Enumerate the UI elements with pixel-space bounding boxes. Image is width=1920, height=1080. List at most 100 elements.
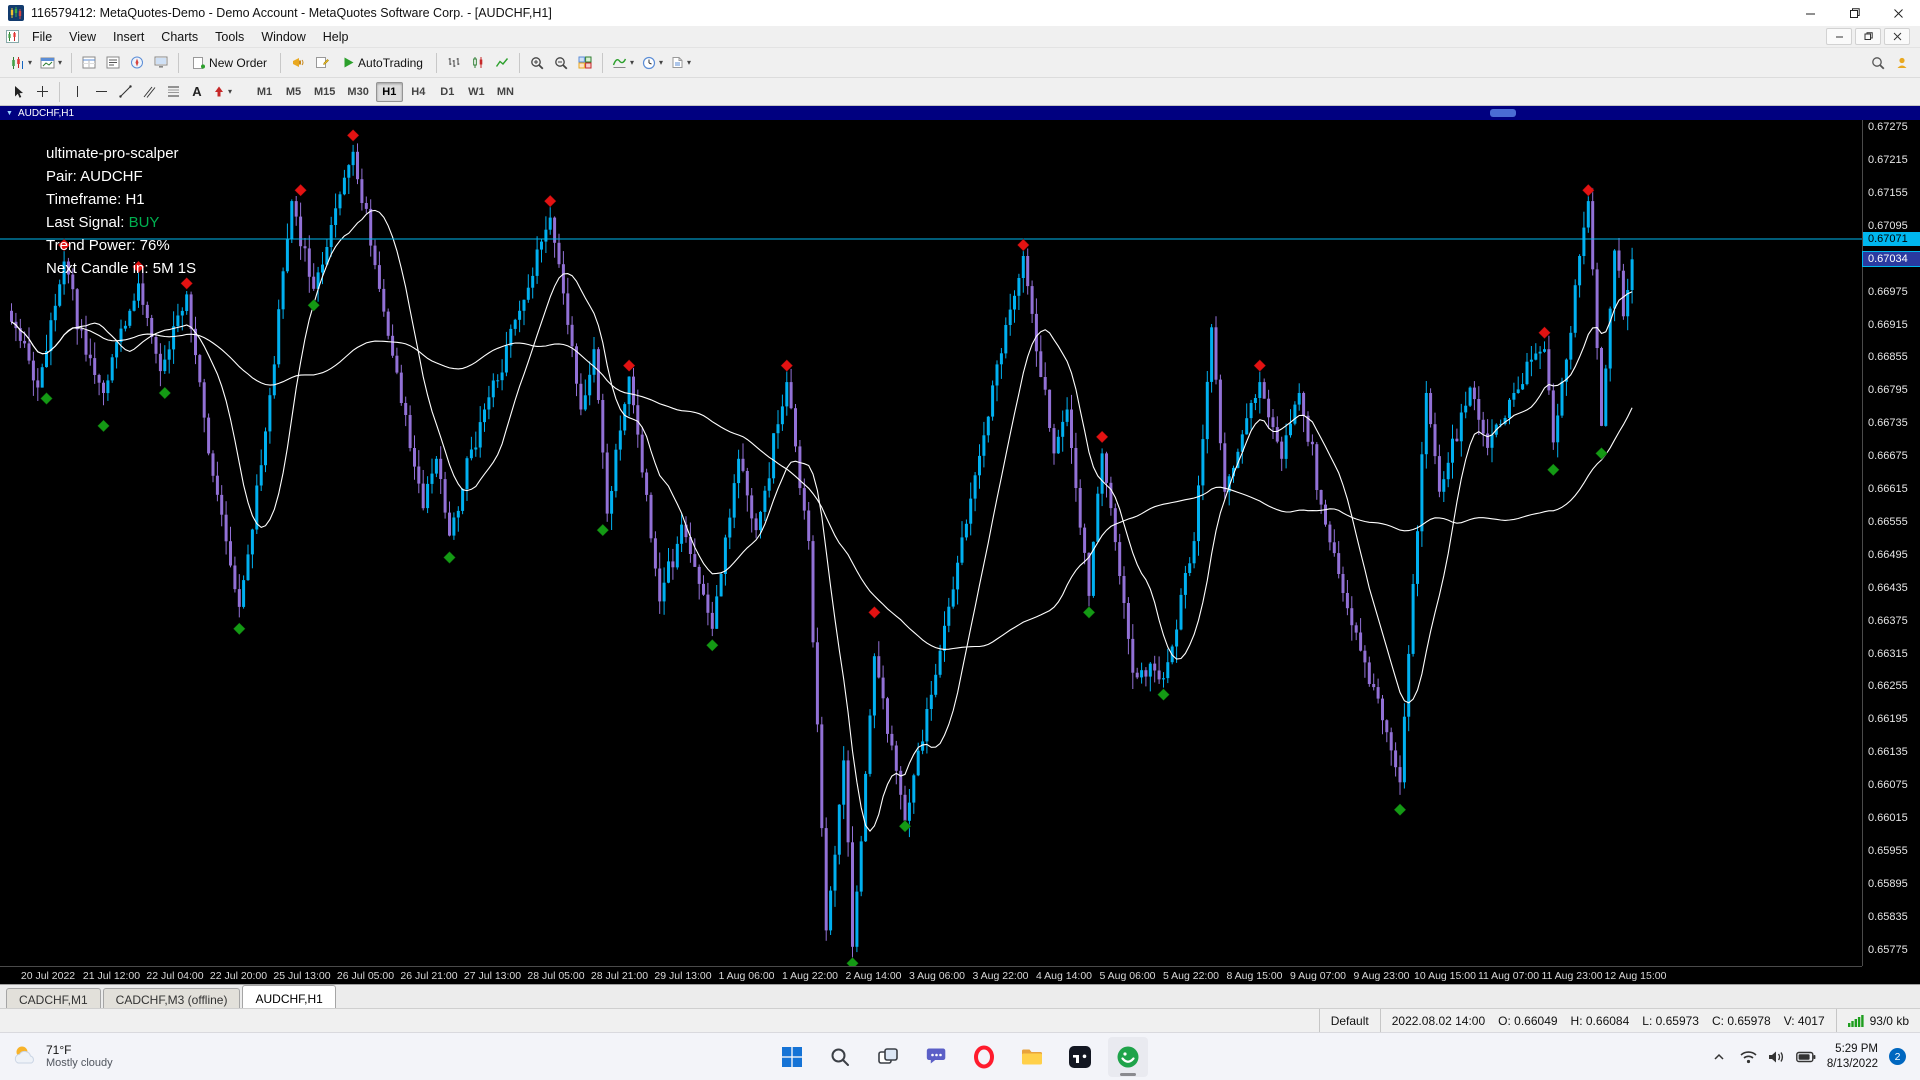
status-profile-cell[interactable]: Default — [1318, 1009, 1380, 1032]
menu-insert[interactable]: Insert — [105, 28, 152, 46]
mdi-restore-button[interactable] — [1855, 28, 1881, 45]
candle-body — [846, 760, 850, 843]
candle-body — [601, 400, 605, 453]
horizontal-line-tool-button[interactable] — [89, 80, 113, 104]
chart-scrollbar-thumb[interactable] — [1490, 109, 1516, 117]
timeframe-m1-button[interactable]: M1 — [251, 82, 278, 102]
menu-window[interactable]: Window — [253, 28, 313, 46]
candle-body — [1275, 427, 1279, 442]
periods-button[interactable]: ▾ — [638, 51, 667, 75]
alerts-button[interactable] — [286, 51, 310, 75]
candle-body — [1188, 563, 1192, 573]
candle-body — [592, 349, 596, 375]
crosshair-tool-button[interactable] — [30, 80, 54, 104]
price-tick-label: 0.66015 — [1868, 812, 1908, 824]
price-chart[interactable] — [0, 120, 1862, 966]
candle-body — [557, 242, 561, 265]
vertical-line-tool-button[interactable] — [65, 80, 89, 104]
time-tick-label: 1 Aug 06:00 — [718, 970, 775, 982]
clock-widget[interactable]: 5:29 PM 8/13/2022 — [1827, 1042, 1878, 1071]
trading-app-button[interactable] — [1108, 1036, 1148, 1077]
menu-view[interactable]: View — [61, 28, 104, 46]
hidden-icons-button[interactable] — [1709, 1043, 1729, 1071]
minimize-button[interactable] — [1788, 0, 1832, 26]
status-connection-cell[interactable]: 93/0 kb — [1835, 1009, 1920, 1032]
zoom-in-button[interactable] — [525, 51, 549, 75]
templates-button[interactable]: ▾ — [667, 51, 695, 75]
cursor-tool-button[interactable] — [6, 80, 30, 104]
data-window-button[interactable] — [101, 51, 125, 75]
candle-body — [951, 589, 955, 607]
search-button[interactable] — [1866, 51, 1890, 75]
trendline-tool-button[interactable] — [113, 80, 137, 104]
chart-area[interactable]: ▼ AUDCHF,H1 ultimate-pro-scalper Pair: A… — [0, 106, 1920, 984]
indicators-button[interactable]: ▾ — [608, 51, 638, 75]
timeframe-d1-button[interactable]: D1 — [434, 82, 461, 102]
tab-cadchf-m1[interactable]: CADCHF,M1 — [6, 988, 101, 1008]
weather-widget[interactable]: 71°F Mostly cloudy — [0, 1043, 113, 1071]
notification-badge[interactable]: 2 — [1889, 1048, 1906, 1065]
dropdown-caret-icon: ▾ — [58, 57, 63, 67]
start-button[interactable] — [772, 1037, 812, 1077]
candle-body — [728, 517, 732, 538]
candle-body — [1613, 250, 1617, 309]
volume-icon[interactable] — [1768, 1050, 1785, 1064]
timeframe-m15-button[interactable]: M15 — [309, 82, 340, 102]
tile-windows-button[interactable] — [573, 51, 597, 75]
maximize-button[interactable] — [1832, 0, 1876, 26]
menu-help[interactable]: Help — [315, 28, 357, 46]
menu-file[interactable]: File — [24, 28, 60, 46]
metaeditor-button[interactable] — [310, 51, 334, 75]
taskbar-search-button[interactable] — [820, 1037, 860, 1077]
tradingview-button[interactable] — [1060, 1037, 1100, 1077]
candlestick-chart-button[interactable] — [466, 51, 490, 75]
menu-tools[interactable]: Tools — [207, 28, 252, 46]
menu-charts[interactable]: Charts — [153, 28, 206, 46]
autotrading-button[interactable]: AutoTrading — [334, 51, 431, 75]
channel-tool-button[interactable] — [137, 80, 161, 104]
community-button[interactable] — [1890, 51, 1914, 75]
weather-text: 71°F Mostly cloudy — [46, 1043, 113, 1071]
navigator-button[interactable] — [125, 51, 149, 75]
tab-cadchf-m3-offline[interactable]: CADCHF,M3 (offline) — [102, 988, 241, 1008]
close-button[interactable] — [1876, 0, 1920, 26]
terminal-button[interactable] — [149, 51, 173, 75]
task-view-button[interactable] — [868, 1037, 908, 1077]
timeframe-h4-button[interactable]: H4 — [405, 82, 432, 102]
candle-body — [1262, 382, 1266, 399]
line-chart-button[interactable] — [490, 51, 514, 75]
wifi-icon[interactable] — [1740, 1050, 1757, 1064]
bar-chart-button[interactable] — [442, 51, 466, 75]
timeframe-h1-button[interactable]: H1 — [375, 81, 403, 102]
zoom-out-button[interactable] — [549, 51, 573, 75]
timeframe-m30-button[interactable]: M30 — [342, 82, 373, 102]
arrows-tool-button[interactable]: ▾ — [209, 80, 236, 104]
candle-body — [925, 709, 929, 742]
battery-icon[interactable] — [1795, 1051, 1816, 1063]
timeframe-mn-button[interactable]: MN — [492, 82, 519, 102]
candle-body — [1210, 327, 1214, 382]
text-tool-button[interactable]: A — [185, 80, 209, 104]
profiles-button[interactable]: ▾ — [36, 51, 66, 75]
market-watch-button[interactable] — [77, 51, 101, 75]
price-tick-label: 0.67215 — [1868, 154, 1908, 166]
candle-body — [84, 330, 88, 355]
file-explorer-button[interactable] — [1012, 1037, 1052, 1077]
timeframe-m5-button[interactable]: M5 — [280, 82, 307, 102]
fibonacci-tool-button[interactable] — [161, 80, 185, 104]
ask-price-tag: 0.67071 — [1863, 232, 1920, 246]
teams-chat-button[interactable] — [916, 1037, 956, 1077]
time-axis[interactable]: 20 Jul 2022 21 Jul 12:00 22 Jul 04:00 22 Ju… — [0, 966, 1862, 984]
mdi-close-button[interactable] — [1884, 28, 1910, 45]
new-order-button[interactable]: New Order — [184, 51, 275, 75]
window-controls — [1788, 0, 1920, 26]
new-chart-button[interactable]: ▾ — [6, 51, 36, 75]
collapse-triangle-icon[interactable]: ▼ — [6, 110, 13, 117]
price-axis[interactable]: 0.672750.672150.671550.670950.670350.669… — [1862, 120, 1920, 966]
opera-browser-button[interactable] — [964, 1037, 1004, 1077]
tab-audchf-h1[interactable]: AUDCHF,H1 — [242, 985, 336, 1008]
mdi-minimize-button[interactable] — [1826, 28, 1852, 45]
timeframe-w1-button[interactable]: W1 — [463, 82, 490, 102]
candle-body — [215, 475, 219, 495]
candle-body — [947, 606, 951, 626]
